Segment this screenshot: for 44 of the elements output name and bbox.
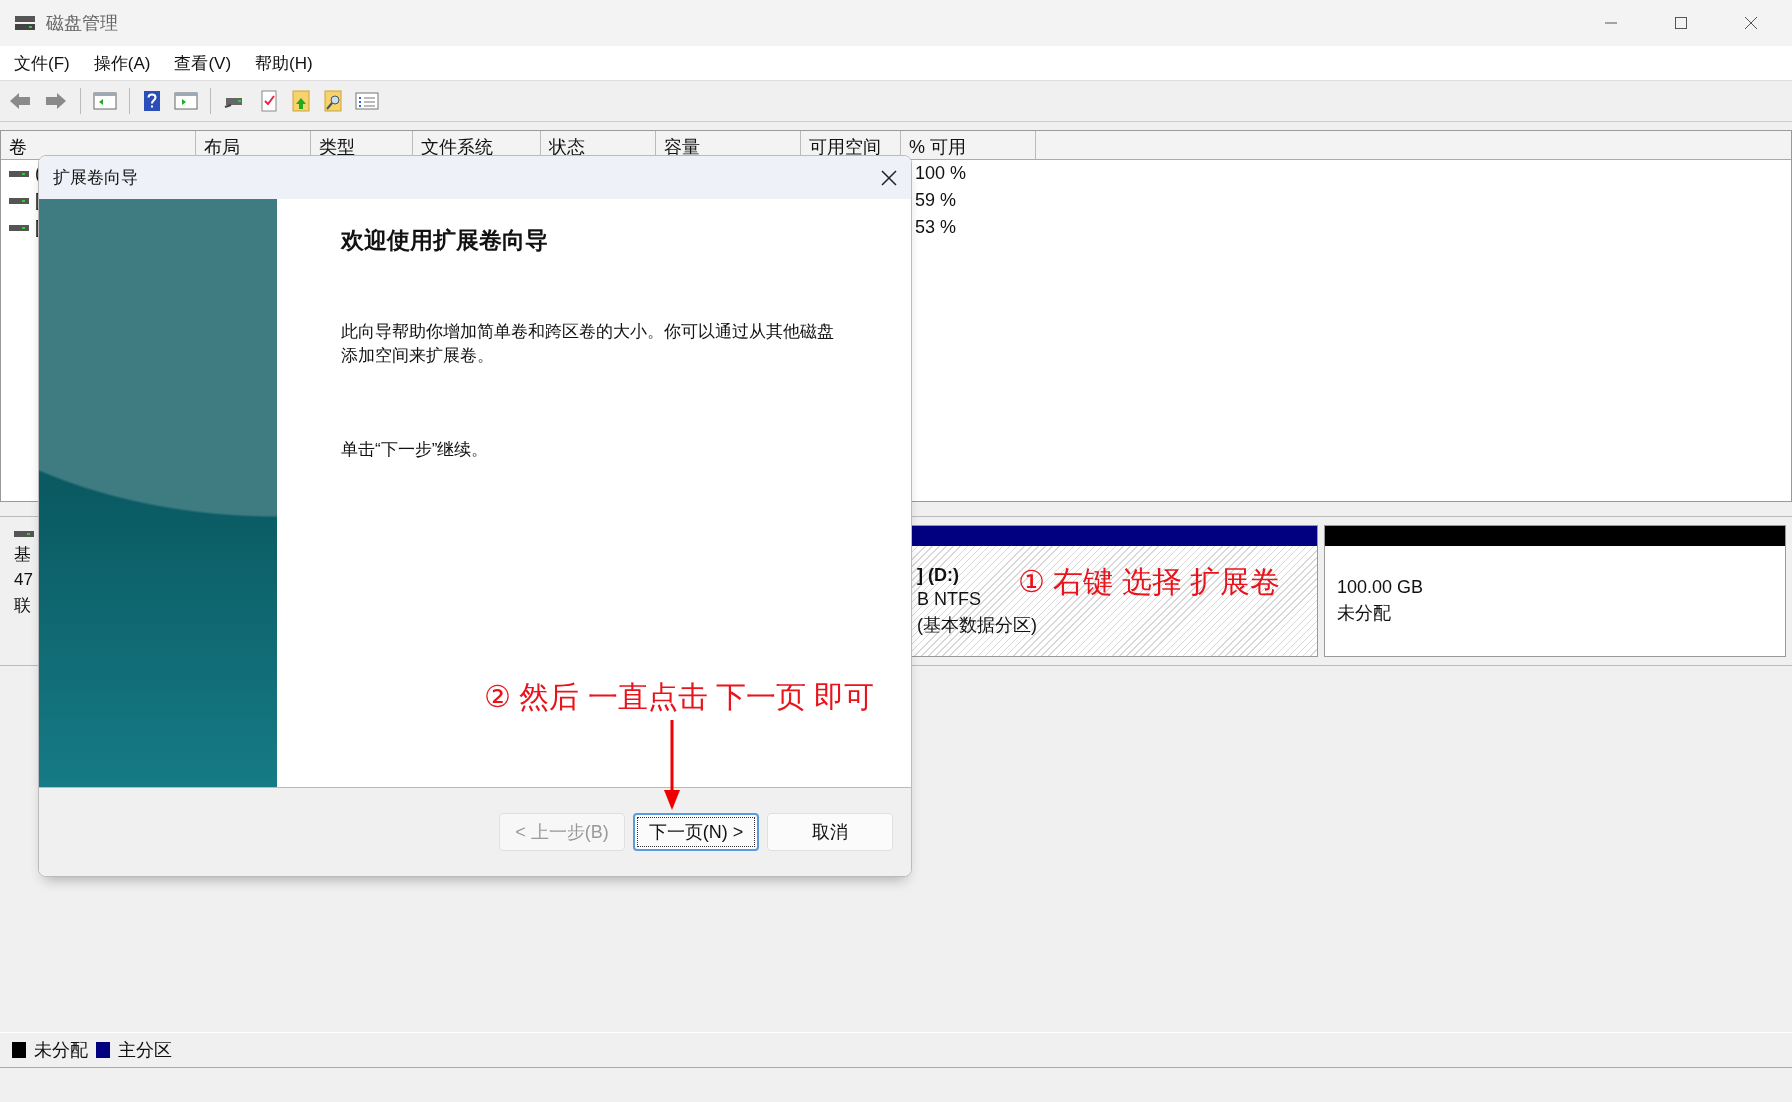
window-title: 磁盘管理 — [46, 12, 118, 35]
document-check-icon[interactable] — [259, 90, 279, 112]
partition-text: 100.00 GB — [1337, 577, 1424, 598]
disk-label: 基 — [14, 544, 32, 566]
drive-icon — [9, 168, 29, 179]
list-icon[interactable] — [355, 91, 379, 111]
drive-icon — [9, 195, 29, 206]
disk-label: 47 — [14, 570, 34, 590]
help-icon[interactable] — [142, 90, 162, 112]
dialog-text: 此向导帮助你增加简单卷和跨区卷的大小。你可以通过从其他磁盘添加空间来扩展卷。 — [341, 321, 835, 367]
partition-text: B NTFS — [917, 589, 981, 610]
forward-arrow-icon[interactable] — [44, 91, 68, 111]
disk-management-icon — [14, 14, 36, 32]
maximize-icon[interactable] — [1674, 16, 1688, 30]
table-cell-text: 59 % — [914, 190, 957, 211]
dialog-title: 扩展卷向导 — [53, 167, 138, 189]
annotation-text: ① 右键 选择 扩展卷 — [1018, 564, 1280, 600]
menu-item[interactable]: 帮助(H) — [255, 51, 313, 75]
close-icon[interactable] — [881, 169, 897, 186]
next-button[interactable]: 下一页(N) > — [633, 813, 759, 851]
table-cell-text: 53 % — [914, 217, 957, 238]
table-cell-text: 100 % — [914, 163, 967, 184]
annotation-text: ② 然后 一直点击 下一页 即可 — [484, 679, 875, 715]
partition-text: 未分配 — [1337, 602, 1391, 625]
menu-item[interactable]: 查看(V) — [174, 51, 232, 75]
partition-text: (基本数据分区) — [917, 614, 1037, 637]
partition-block[interactable]: 100.00 GB 未分配 — [1324, 525, 1786, 657]
folder-search-icon[interactable] — [323, 90, 343, 112]
drive-icon — [14, 529, 34, 539]
menu-item[interactable]: 文件(F) — [14, 51, 70, 75]
panel-icon[interactable] — [174, 91, 198, 111]
drive-icon — [9, 222, 29, 233]
close-icon[interactable] — [1744, 16, 1758, 30]
dialog-heading: 欢迎使用扩展卷向导 — [341, 226, 549, 255]
legend-label: 主分区 — [118, 1039, 172, 1062]
dialog-text: 单击“下一步”继续。 — [341, 439, 490, 461]
cancel-button[interactable]: 取消 — [767, 813, 893, 851]
menu-item[interactable]: 操作(A) — [93, 51, 151, 75]
disk-label: 联 — [14, 595, 32, 617]
partition-text: ] (D:) — [917, 565, 959, 586]
arrow-icon — [662, 720, 682, 810]
panel-icon[interactable] — [93, 91, 117, 111]
back-arrow-icon[interactable] — [8, 91, 32, 111]
legend-label: 未分配 — [34, 1039, 88, 1062]
